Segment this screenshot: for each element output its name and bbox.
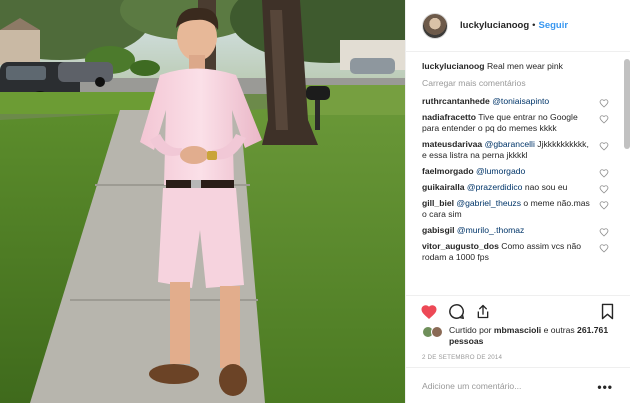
comment-row: nadiafracetto Tive que entrar no Google … bbox=[422, 112, 621, 134]
comment-mention[interactable]: @gbarancelli bbox=[485, 139, 535, 149]
action-bar bbox=[406, 295, 630, 325]
comment-like-icon[interactable] bbox=[599, 114, 609, 124]
likes-summary: Curtido por mbmascioli e outras 261.761 … bbox=[422, 325, 622, 347]
comment-username[interactable]: faelmorgado bbox=[422, 166, 474, 176]
comments-list[interactable]: luckylucianoog Real men wear pink Carreg… bbox=[406, 53, 630, 293]
comment-like-icon[interactable] bbox=[599, 200, 609, 210]
comment-icon[interactable] bbox=[448, 303, 465, 320]
liker-avatars bbox=[422, 326, 443, 338]
avatar[interactable] bbox=[422, 12, 448, 39]
comment-row: gill_biel @gabriel_theuzs o meme não.mas… bbox=[422, 198, 621, 220]
share-icon[interactable] bbox=[475, 303, 491, 320]
comment-like-icon[interactable] bbox=[599, 227, 609, 237]
comment-username[interactable]: vitor_augusto_dos bbox=[422, 241, 499, 251]
post-sidebar: luckylucianoog • Seguir luckylucianoog R… bbox=[405, 0, 630, 403]
liked-by-user[interactable]: mbmascioli bbox=[494, 325, 541, 335]
caption-username[interactable]: luckylucianoog bbox=[422, 61, 485, 71]
comment-username[interactable]: guikairalla bbox=[422, 182, 465, 192]
comment-like-icon[interactable] bbox=[599, 184, 609, 194]
comment-row: guikairalla @prazerdidico nao sou eu bbox=[422, 182, 621, 194]
comments-scrollbar[interactable] bbox=[624, 59, 630, 149]
comment-username[interactable]: nadiafracetto bbox=[422, 112, 476, 122]
header-separator: • bbox=[532, 20, 536, 31]
post-header: luckylucianoog • Seguir bbox=[406, 0, 630, 52]
comment-mention[interactable]: @gabriel_theuzs bbox=[456, 198, 521, 208]
comment-mention[interactable]: @prazerdidico bbox=[467, 182, 523, 192]
comment-username[interactable]: gabisgil bbox=[422, 225, 454, 235]
caption: luckylucianoog Real men wear pink bbox=[422, 61, 621, 72]
photo-illustration bbox=[0, 0, 405, 403]
comment-mention[interactable]: @murilo_.thomaz bbox=[457, 225, 524, 235]
follow-button[interactable]: Seguir bbox=[538, 20, 568, 31]
comment-username[interactable]: mateusdarivaa bbox=[422, 139, 482, 149]
comment-row: vitor_augusto_dos Como assim vcs não rod… bbox=[422, 241, 621, 263]
comment-username[interactable]: ruthrcantanhede bbox=[422, 96, 490, 106]
bookmark-icon[interactable] bbox=[600, 303, 615, 320]
heart-icon[interactable] bbox=[420, 303, 438, 320]
load-more-comments-link[interactable]: Carregar mais comentários bbox=[422, 78, 621, 88]
comment-mention[interactable]: @toniaisapinto bbox=[492, 96, 549, 106]
liked-by-prefix: Curtido por bbox=[449, 325, 492, 335]
comment-like-icon[interactable] bbox=[599, 243, 609, 253]
comment-like-icon[interactable] bbox=[599, 141, 609, 151]
comment-text: nao sou eu bbox=[524, 182, 568, 192]
caption-text: Real men wear pink bbox=[486, 61, 563, 71]
post-date[interactable]: 2 DE SETEMBRO DE 2014 bbox=[422, 354, 502, 361]
add-comment-bar: ••• bbox=[406, 367, 630, 403]
comment-row: faelmorgado @lumorgado bbox=[422, 166, 621, 178]
comment-like-icon[interactable] bbox=[599, 168, 609, 178]
more-options-button[interactable]: ••• bbox=[597, 380, 613, 394]
comment-mention[interactable]: @lumorgado bbox=[476, 166, 525, 176]
liked-by-middle: e outras bbox=[543, 325, 575, 335]
post-photo[interactable] bbox=[0, 0, 405, 403]
comment-row: mateusdarivaa @gbarancelli Jjkkkkkkkkkk,… bbox=[422, 139, 621, 161]
comment-row: ruthrcantanhede @toniaisapinto bbox=[422, 96, 621, 108]
comment-like-icon[interactable] bbox=[599, 98, 609, 108]
comment-row: gabisgil @murilo_.thomaz bbox=[422, 225, 621, 237]
author-username[interactable]: luckylucianoog bbox=[460, 20, 529, 31]
likes-text: Curtido por mbmascioli e outras 261.761 … bbox=[449, 325, 622, 347]
comment-username[interactable]: gill_biel bbox=[422, 198, 454, 208]
liker-avatar[interactable] bbox=[431, 326, 443, 338]
add-comment-input[interactable] bbox=[422, 380, 592, 391]
